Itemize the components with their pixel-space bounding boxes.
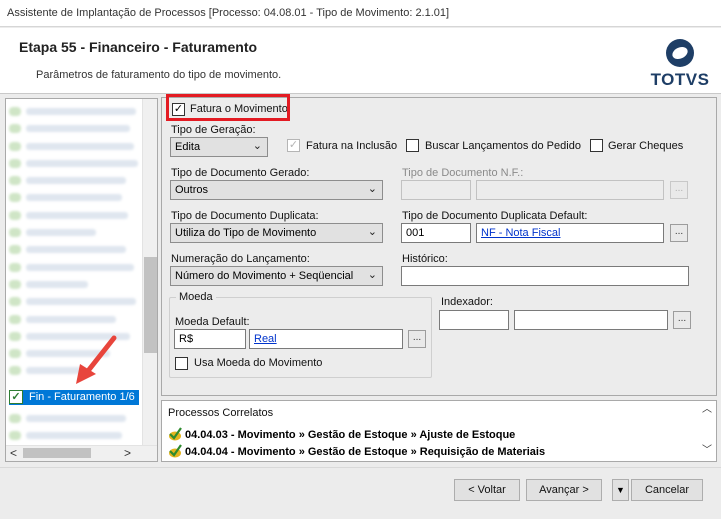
moeda-default-code-input[interactable]: R$ bbox=[174, 329, 246, 349]
related-vertical-scrollbar[interactable]: ︿ ﹀ bbox=[698, 401, 716, 461]
tipo-doc-nf-label: Tipo de Documento N.F.: bbox=[402, 167, 524, 179]
usa-moeda-movimento-checkbox[interactable] bbox=[175, 357, 188, 370]
scroll-down-icon[interactable]: ﹀ bbox=[702, 445, 712, 457]
next-button[interactable]: Avançar > bbox=[526, 479, 602, 501]
moeda-default-label: Moeda Default: bbox=[175, 316, 250, 328]
moeda-default-lookup-button[interactable]: ... bbox=[408, 330, 426, 348]
indexador-code-input[interactable] bbox=[439, 310, 509, 330]
red-annotation-arrow-icon bbox=[76, 335, 117, 384]
numeracao-lancamento-select[interactable]: Número do Movimento + Seqüencial ⌄ bbox=[170, 266, 383, 286]
tipo-geracao-select[interactable]: Edita ⌄ bbox=[170, 137, 268, 157]
gerar-cheques-label: Gerar Cheques bbox=[608, 140, 684, 152]
tree-item-check-icon: ✓ bbox=[9, 390, 23, 404]
window-title: Assistente de Implantação de Processos [… bbox=[0, 0, 721, 27]
tipo-doc-duplicata-label: Tipo de Documento Duplicata: bbox=[171, 210, 319, 222]
red-highlight-box bbox=[166, 94, 290, 121]
cancel-button[interactable]: Cancelar bbox=[631, 479, 703, 501]
scroll-up-icon[interactable]: ︿ bbox=[702, 404, 712, 416]
totvs-logo: TOTVS bbox=[648, 37, 712, 92]
buscar-lancamentos-checkbox[interactable] bbox=[406, 139, 419, 152]
tree-horizontal-scroll-thumb[interactable] bbox=[23, 448, 91, 458]
tipo-doc-nf-code-input[interactable] bbox=[401, 180, 471, 200]
process-check-icon bbox=[169, 427, 182, 441]
chevron-down-icon: ⌄ bbox=[367, 269, 377, 281]
moeda-default-description[interactable]: Real bbox=[249, 329, 403, 349]
tipo-doc-duplicata-value: Utiliza do Tipo de Movimento bbox=[175, 227, 317, 239]
related-processes-panel: Processos Correlatos 04.04.03 - Moviment… bbox=[161, 400, 717, 462]
steps-tree[interactable]: Fin - Faturamento 1/6 ✓ < > bbox=[5, 98, 158, 462]
scroll-right-icon[interactable]: > bbox=[124, 447, 131, 459]
tipo-doc-nf-description-input[interactable] bbox=[476, 180, 664, 200]
tipo-doc-duplicata-select[interactable]: Utiliza do Tipo de Movimento ⌄ bbox=[170, 223, 383, 243]
tipo-doc-nf-lookup-button[interactable]: ... bbox=[670, 181, 688, 199]
buscar-lancamentos-label: Buscar Lançamentos do Pedido bbox=[425, 140, 581, 152]
tipo-doc-gerado-select[interactable]: Outros ⌄ bbox=[170, 180, 383, 200]
indexador-description-input[interactable] bbox=[514, 310, 668, 330]
related-process-label: 04.04.03 - Movimento » Gestão de Estoque… bbox=[185, 429, 516, 441]
step-title: Etapa 55 - Financeiro - Faturamento bbox=[19, 39, 258, 55]
chevron-down-icon: ⌄ bbox=[252, 140, 262, 152]
fatura-inclusao-checkbox[interactable]: ✓ bbox=[287, 139, 300, 152]
process-check-icon bbox=[169, 444, 182, 458]
step-subtitle: Parâmetros de faturamento do tipo de mov… bbox=[36, 69, 282, 81]
numeracao-lancamento-label: Numeração do Lançamento: bbox=[171, 253, 310, 265]
tree-item-fin-faturamento[interactable]: Fin - Faturamento 1/6 bbox=[9, 390, 139, 405]
scroll-left-icon[interactable]: < bbox=[10, 447, 17, 459]
tree-blurred-items-bottom bbox=[6, 410, 141, 445]
numeracao-lancamento-value: Número do Movimento + Seqüencial bbox=[175, 270, 354, 282]
related-process-label: 04.04.04 - Movimento » Gestão de Estoque… bbox=[185, 446, 546, 458]
footer-divider bbox=[0, 467, 721, 468]
nf-nota-fiscal-link[interactable]: NF - Nota Fiscal bbox=[481, 227, 560, 239]
billing-form-panel: ✓ Fatura o Movimento Tipo de Geração: Ed… bbox=[161, 97, 717, 396]
tipo-doc-duplicata-default-lookup-button[interactable]: ... bbox=[670, 224, 688, 242]
chevron-down-icon: ⌄ bbox=[367, 226, 377, 238]
tipo-doc-duplicata-default-label: Tipo de Documento Duplicata Default: bbox=[402, 210, 588, 222]
tree-vertical-scroll-thumb[interactable] bbox=[144, 257, 157, 353]
gerar-cheques-checkbox[interactable] bbox=[590, 139, 603, 152]
tipo-geracao-label: Tipo de Geração: bbox=[171, 124, 256, 136]
related-processes-title: Processos Correlatos bbox=[168, 407, 274, 419]
back-button[interactable]: < Voltar bbox=[454, 479, 520, 501]
usa-moeda-movimento-label: Usa Moeda do Movimento bbox=[194, 357, 323, 369]
tipo-geracao-value: Edita bbox=[175, 141, 201, 153]
indexador-label: Indexador: bbox=[441, 296, 493, 308]
tipo-doc-duplicata-default-description[interactable]: NF - Nota Fiscal bbox=[476, 223, 664, 243]
real-link[interactable]: Real bbox=[254, 333, 277, 345]
wizard-header: Etapa 55 - Financeiro - Faturamento Parâ… bbox=[0, 28, 721, 94]
moeda-group-label: Moeda bbox=[176, 291, 216, 303]
historico-input[interactable] bbox=[401, 266, 689, 286]
tipo-doc-gerado-label: Tipo de Documento Gerado: bbox=[171, 167, 310, 179]
next-options-dropdown-icon[interactable]: ▼ bbox=[612, 479, 629, 501]
logo-text: TOTVS bbox=[650, 70, 710, 89]
tipo-doc-gerado-value: Outros bbox=[175, 184, 209, 196]
related-process-item[interactable]: 04.04.03 - Movimento » Gestão de Estoque… bbox=[168, 427, 515, 441]
totvs-logo-icon bbox=[666, 39, 694, 67]
historico-label: Histórico: bbox=[402, 253, 448, 265]
indexador-lookup-button[interactable]: ... bbox=[673, 311, 691, 329]
chevron-down-icon: ⌄ bbox=[367, 183, 377, 195]
tipo-doc-duplicata-default-code-input[interactable]: 001 bbox=[401, 223, 471, 243]
related-process-item[interactable]: 04.04.04 - Movimento » Gestão de Estoque… bbox=[168, 444, 545, 458]
fatura-inclusao-label: Fatura na Inclusão bbox=[306, 140, 398, 152]
